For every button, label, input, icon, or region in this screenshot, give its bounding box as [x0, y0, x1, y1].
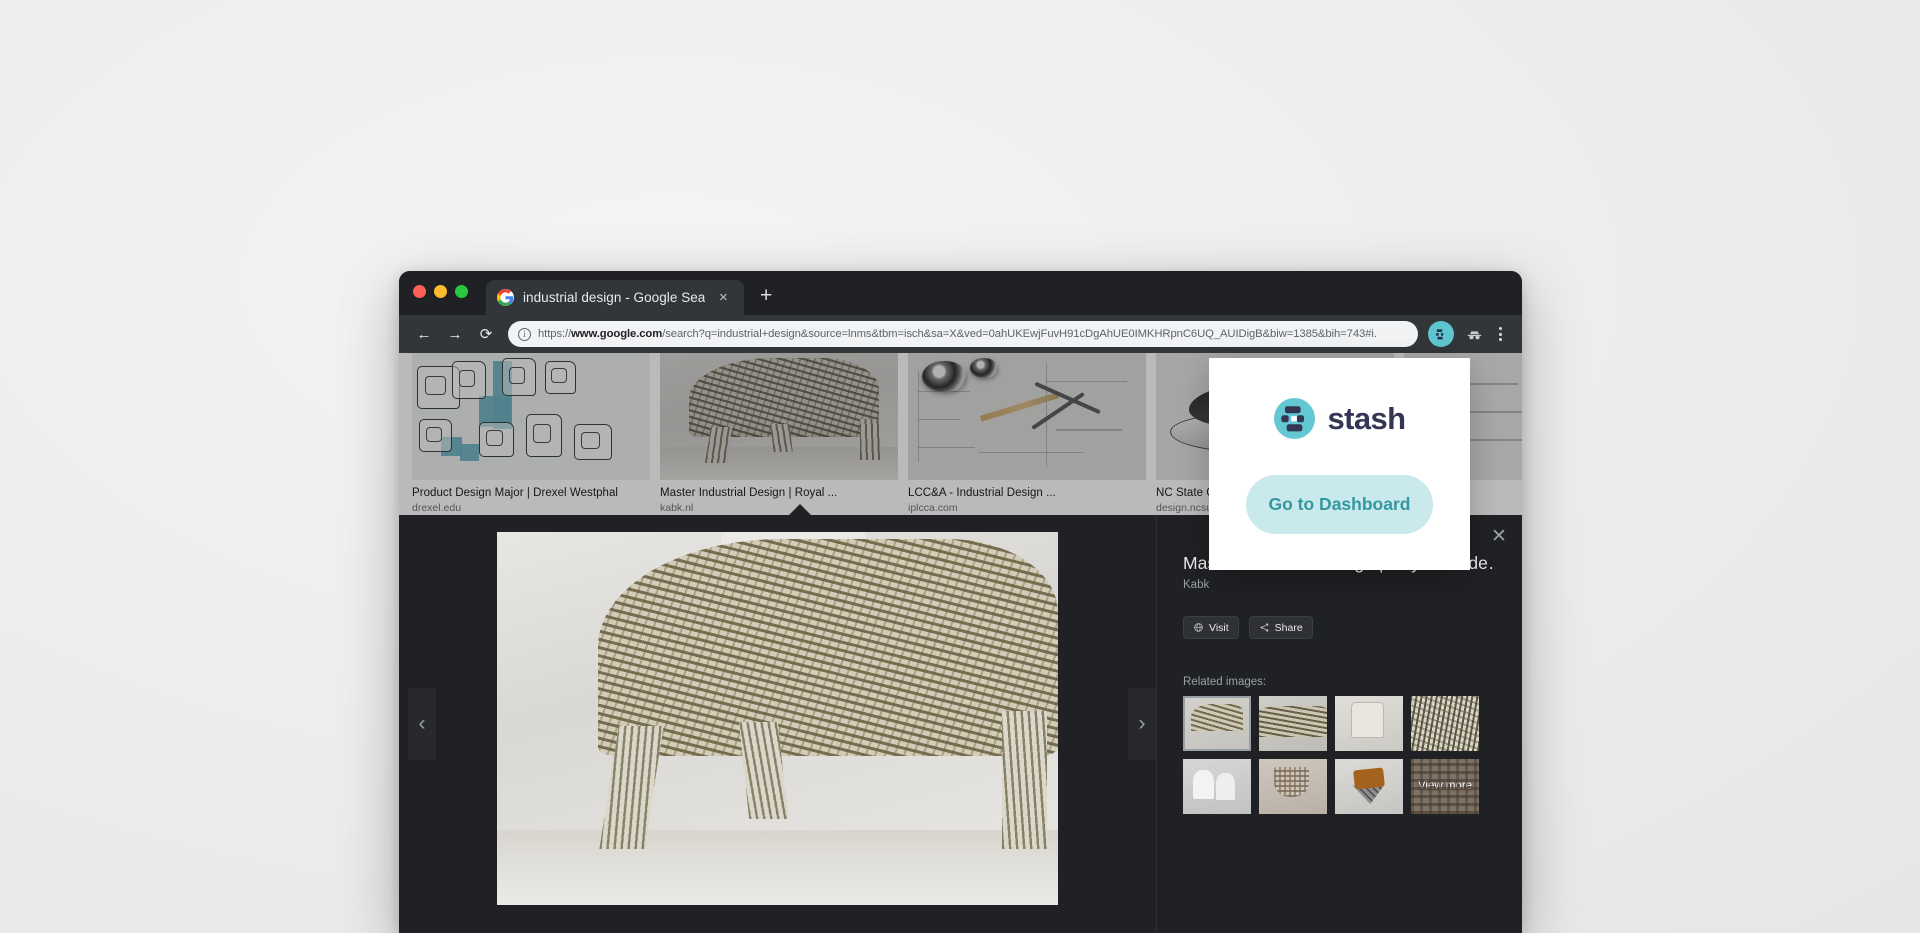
image-result-domain: kabk.nl	[660, 502, 694, 514]
image-result-domain: drexel.edu	[412, 502, 462, 514]
browser-tab[interactable]: industrial design - Google Sea ×	[486, 280, 744, 315]
url-host: www.google.com	[571, 328, 663, 340]
lattice-chair-artwork	[660, 353, 898, 480]
backpack-sketch-artwork	[412, 353, 650, 480]
blueprint-artwork	[908, 353, 1146, 480]
new-tab-button[interactable]: +	[760, 285, 772, 306]
image-result-card[interactable]: LCC&A - Industrial Design ... iplcca.com	[908, 353, 1146, 515]
incognito-icon[interactable]	[1462, 322, 1486, 346]
window-close-button[interactable]	[413, 284, 426, 298]
url-prefix: https://	[538, 328, 572, 340]
image-result-thumbnail[interactable]	[660, 353, 898, 480]
kebab-dot	[1498, 338, 1502, 341]
url-path: /search?q=industrial+design&source=lnms&…	[662, 328, 1377, 340]
google-favicon	[497, 289, 514, 306]
preview-actions: Visit Share	[1183, 616, 1496, 639]
browser-toolbar: ← → ⟳ i https://www.google.com/search?q=…	[399, 315, 1522, 353]
selected-thumbnail-pointer	[789, 504, 811, 515]
preview-source: Kabk	[1183, 579, 1210, 591]
share-icon	[1260, 623, 1269, 632]
lightbox-info-pane: ✕ Master Industrial Design | Royal Acade…	[1156, 515, 1522, 933]
go-to-dashboard-button[interactable]: Go to Dashboard	[1246, 475, 1433, 534]
image-result-domain: iplcca.com	[908, 502, 958, 514]
image-result-thumbnail[interactable]	[908, 353, 1146, 480]
share-button-label: Share	[1274, 621, 1303, 634]
window-minimize-button[interactable]	[434, 284, 447, 298]
stash-extension-icon[interactable]	[1428, 321, 1454, 347]
image-result-card[interactable]: Product Design Major | Drexel Westphal d…	[412, 353, 650, 515]
globe-icon	[1194, 623, 1203, 632]
browser-tab-title: industrial design - Google Sea	[523, 290, 706, 305]
kebab-dot	[1498, 332, 1502, 336]
related-thumbnail[interactable]	[1411, 696, 1479, 751]
reload-icon[interactable]: ⟳	[472, 320, 500, 348]
stash-brand: stash	[1209, 358, 1470, 439]
stash-logo-icon	[1273, 398, 1315, 439]
tab-strip: industrial design - Google Sea × +	[399, 271, 1522, 315]
close-icon[interactable]: ✕	[1476, 513, 1522, 559]
stash-extension-popup: stash Go to Dashboard	[1209, 358, 1470, 570]
related-thumbnail[interactable]	[1259, 696, 1327, 751]
window-traffic-lights	[413, 271, 486, 315]
share-button[interactable]: Share	[1248, 616, 1313, 639]
tab-close-icon[interactable]: ×	[714, 290, 732, 305]
lightbox-image-pane: ‹ ›	[399, 515, 1156, 933]
kebab-dot	[1498, 327, 1502, 330]
related-thumbnail[interactable]	[1183, 759, 1251, 814]
stash-wordmark: stash	[1327, 401, 1407, 436]
related-thumbnail-view-more[interactable]: View more	[1411, 759, 1479, 814]
site-info-icon[interactable]: i	[518, 327, 531, 341]
next-image-arrow-icon[interactable]: ›	[1128, 688, 1156, 760]
kebab-menu-icon[interactable]	[1489, 321, 1511, 347]
related-thumbnail[interactable]	[1335, 696, 1403, 751]
related-thumbnail[interactable]	[1259, 759, 1327, 814]
related-thumbnail[interactable]	[1183, 696, 1251, 751]
address-bar-url: https://www.google.com/search?q=industri…	[538, 328, 1377, 340]
view-more-label: View more	[1411, 759, 1479, 814]
related-images-grid: View more	[1183, 696, 1496, 814]
visit-button[interactable]: Visit	[1183, 616, 1239, 639]
image-result-title: Master Industrial Design | Royal ...	[660, 487, 838, 499]
image-result-title: Product Design Major | Drexel Westphal	[412, 487, 619, 499]
image-result-thumbnail[interactable]	[412, 353, 650, 480]
main-preview-image[interactable]	[497, 532, 1058, 905]
image-result-card[interactable]: Master Industrial Design | Royal ... kab…	[660, 353, 898, 515]
image-result-title: LCC&A - Industrial Design ...	[908, 487, 1056, 499]
forward-icon[interactable]: →	[441, 320, 469, 348]
related-thumbnail[interactable]	[1335, 759, 1403, 814]
image-lightbox: ‹ › ✕ Master Industrial Design | Royal A…	[399, 515, 1522, 933]
visit-button-label: Visit	[1209, 621, 1229, 634]
previous-image-arrow-icon[interactable]: ‹	[408, 688, 436, 760]
back-icon[interactable]: ←	[410, 320, 438, 348]
window-maximize-button[interactable]	[455, 284, 468, 298]
address-bar[interactable]: i https://www.google.com/search?q=indust…	[508, 321, 1418, 347]
related-images-label: Related images:	[1183, 676, 1267, 688]
